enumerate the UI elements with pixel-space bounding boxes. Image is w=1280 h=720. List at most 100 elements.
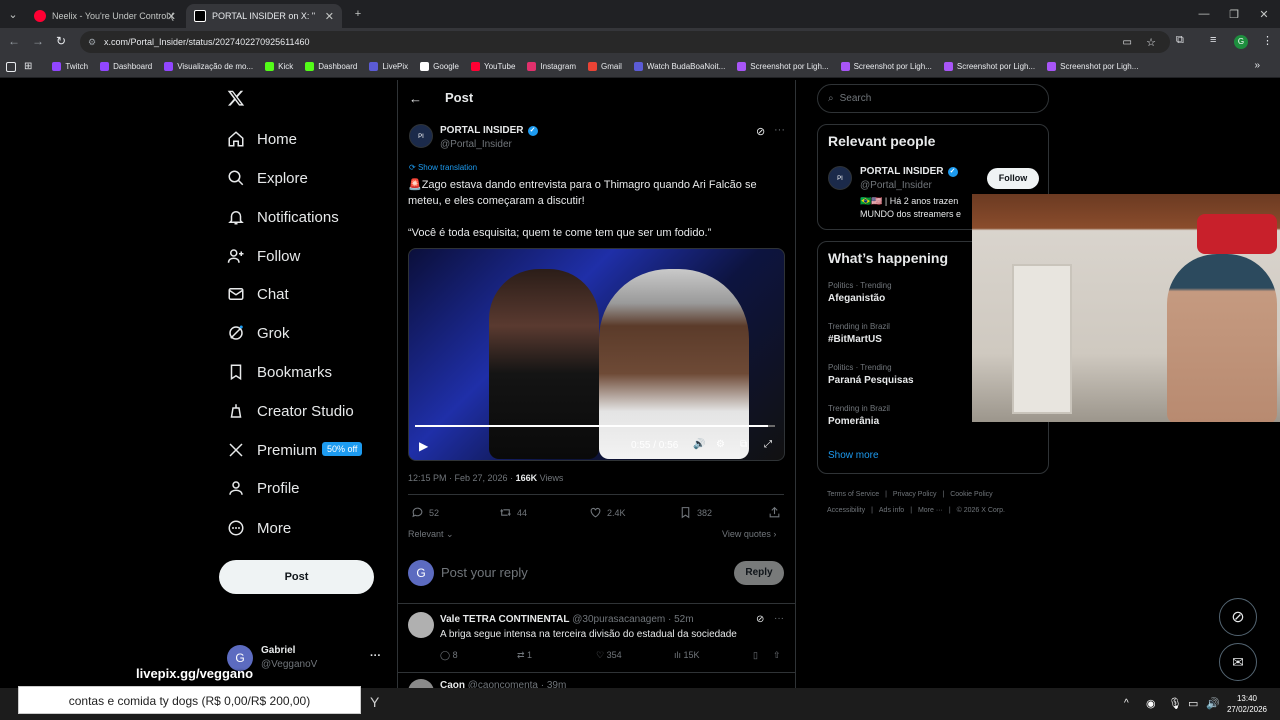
reply-more-icon[interactable]: ··· bbox=[774, 613, 784, 624]
footer-link[interactable]: Cookie Policy bbox=[950, 491, 992, 498]
trend-item[interactable]: Trending in Brazil Pomerânia bbox=[828, 404, 890, 427]
pip-icon[interactable]: ⧉ bbox=[740, 439, 747, 450]
video-player[interactable]: ▶ 0:55 / 0:56 🔊 ⚙ ⧉ ⤢ bbox=[408, 248, 785, 461]
nav-item-profile[interactable]: Profile bbox=[227, 473, 300, 503]
bookmark-item[interactable]: LivePix bbox=[369, 62, 408, 71]
extensions-icon[interactable]: ⧉ bbox=[1176, 34, 1184, 47]
bookmark-folder-icon[interactable] bbox=[6, 61, 16, 72]
show-more-link[interactable]: Show more bbox=[828, 450, 879, 461]
reply-author-name[interactable]: Vale TETRA CONTINENTAL bbox=[440, 614, 569, 625]
back-icon[interactable]: ← bbox=[8, 34, 20, 48]
repost-action[interactable]: 44 bbox=[499, 506, 527, 519]
post-button[interactable]: Post bbox=[219, 560, 374, 594]
grok-reply-icon[interactable]: ⊘ bbox=[756, 614, 764, 625]
share-action[interactable] bbox=[768, 506, 786, 519]
forward-icon[interactable]: → bbox=[32, 34, 44, 48]
bookmark-item[interactable]: YouTube bbox=[470, 62, 515, 71]
nav-item-grok[interactable]: Grok bbox=[227, 318, 290, 348]
media-icon[interactable]: ≡ bbox=[1210, 34, 1216, 46]
bookmark-item[interactable]: Kick bbox=[265, 62, 293, 71]
star-icon[interactable]: ☆ bbox=[1146, 36, 1156, 49]
url-field[interactable]: ⚙ x.com/Portal_Insider/status/2027402270… bbox=[80, 31, 1170, 53]
bookmark-item[interactable]: Screenshot por Ligh... bbox=[840, 62, 932, 71]
footer-link[interactable]: Terms of Service bbox=[827, 491, 879, 498]
footer-link[interactable]: Ads info bbox=[879, 507, 904, 514]
like-action[interactable]: 2.4K bbox=[589, 506, 626, 519]
nav-item-follow[interactable]: Follow bbox=[227, 241, 300, 271]
nav-item-notifications[interactable]: Notifications bbox=[227, 202, 339, 232]
nav-item-chat[interactable]: Chat bbox=[227, 279, 289, 309]
browser-tab-youtube[interactable]: Neelix - You're Under Control ( ✕ bbox=[26, 4, 184, 28]
bookmark-item[interactable]: Screenshot por Ligh... bbox=[943, 62, 1035, 71]
post-more-icon[interactable]: ··· bbox=[774, 124, 785, 136]
reply-share-icon[interactable]: ⇧ bbox=[773, 650, 781, 661]
cast-icon[interactable]: ▭ bbox=[1123, 37, 1132, 48]
bookmark-item[interactable]: Twitch bbox=[52, 62, 88, 71]
bookmark-item[interactable]: Gmail bbox=[587, 62, 622, 71]
search-input[interactable]: ⌕ Search bbox=[817, 84, 1049, 113]
volume-icon[interactable]: 🔊 bbox=[693, 439, 705, 450]
relevant-person-avatar[interactable]: PI bbox=[828, 166, 852, 190]
taskbar-app-icon[interactable]: Y bbox=[370, 694, 379, 710]
account-name[interactable]: Gabriel bbox=[261, 645, 295, 656]
nav-item-more[interactable]: More bbox=[227, 513, 291, 543]
reply-input[interactable]: Post your reply bbox=[441, 565, 528, 580]
reply-reposts[interactable]: ⇄ 1 bbox=[517, 650, 532, 661]
relevant-person-name[interactable]: PORTAL INSIDER bbox=[860, 166, 944, 177]
tray-chevron-icon[interactable]: ^ bbox=[1124, 698, 1129, 709]
apps-grid-icon[interactable]: ⊞ bbox=[24, 61, 32, 72]
microphone-icon[interactable]: 🎙 bbox=[1168, 697, 1182, 710]
bookmark-action[interactable]: 382 bbox=[679, 506, 712, 519]
reply-author-avatar[interactable] bbox=[408, 612, 434, 638]
back-arrow-icon[interactable]: ← bbox=[409, 91, 422, 106]
bookmark-item[interactable]: Visualização de mo... bbox=[164, 62, 253, 71]
footer-link[interactable]: Accessibility bbox=[827, 507, 865, 514]
view-quotes-link[interactable]: View quotes › bbox=[722, 529, 776, 539]
settings-gear-icon[interactable]: ⚙ bbox=[716, 439, 725, 450]
trend-item[interactable]: Politics · Trending Afeganistão bbox=[828, 281, 892, 304]
close-tab-icon[interactable]: ✕ bbox=[167, 10, 176, 23]
show-translation-link[interactable]: ⟳ Show translation bbox=[409, 163, 477, 172]
account-more-icon[interactable]: ··· bbox=[370, 650, 381, 662]
restore-icon[interactable]: ❐ bbox=[1218, 0, 1250, 28]
grok-post-icon[interactable]: ⊘ bbox=[756, 125, 765, 138]
video-progress-track[interactable] bbox=[415, 425, 775, 427]
bookmark-item[interactable]: Instagram bbox=[527, 62, 576, 71]
close-window-icon[interactable]: ✕ bbox=[1248, 0, 1280, 28]
reply-views[interactable]: ılı 15K bbox=[674, 650, 700, 660]
trend-item[interactable]: Politics · Trending Paraná Pesquisas bbox=[828, 363, 914, 386]
author-avatar[interactable]: PI bbox=[409, 124, 433, 148]
reply-bookmark-icon[interactable]: ▯ bbox=[753, 650, 758, 661]
reply-likes[interactable]: ♡ 354 bbox=[596, 650, 622, 661]
chrome-menu-icon[interactable]: ⋮ bbox=[1262, 34, 1273, 47]
tab-search-icon[interactable]: ⌄ bbox=[0, 0, 26, 28]
close-tab-icon[interactable]: ✕ bbox=[325, 10, 334, 23]
speaker-icon[interactable]: 🔊 bbox=[1206, 697, 1220, 710]
network-icon[interactable]: ▭ bbox=[1188, 697, 1198, 710]
new-tab-button[interactable]: + bbox=[342, 0, 374, 28]
site-info-icon[interactable]: ⚙ bbox=[88, 37, 96, 48]
browser-tab-x[interactable]: PORTAL INSIDER on X: " ✕ bbox=[186, 4, 342, 28]
nav-item-premium[interactable]: Premium bbox=[227, 435, 317, 465]
more-bookmarks-icon[interactable]: » bbox=[1254, 60, 1260, 71]
bookmark-item[interactable]: Screenshot por Ligh... bbox=[1047, 62, 1138, 71]
fullscreen-icon[interactable]: ⤢ bbox=[764, 439, 772, 450]
footer-link[interactable]: More ··· bbox=[918, 507, 943, 514]
author-name[interactable]: PORTAL INSIDER bbox=[440, 125, 524, 136]
reply-action[interactable]: 52 bbox=[411, 506, 439, 519]
reload-icon[interactable]: ↻ bbox=[56, 34, 66, 48]
bookmark-item[interactable]: Dashboard bbox=[305, 62, 357, 71]
sort-relevant-dropdown[interactable]: Relevant ⌄ bbox=[408, 529, 454, 540]
nav-item-creator-studio[interactable]: Creator Studio bbox=[227, 396, 354, 426]
messages-floating-icon[interactable]: ✉ bbox=[1219, 643, 1257, 681]
reply-replies[interactable]: ◯ 8 bbox=[440, 650, 458, 661]
bookmark-item[interactable]: Google bbox=[420, 62, 459, 71]
footer-link[interactable]: Privacy Policy bbox=[893, 491, 937, 498]
bookmark-item[interactable]: Watch BudaBoaNoit... bbox=[633, 62, 725, 71]
profile-avatar[interactable]: G bbox=[1234, 35, 1248, 49]
footer-link[interactable]: © 2026 X Corp. bbox=[957, 507, 1005, 514]
grok-floating-icon[interactable]: ⊘ bbox=[1219, 598, 1257, 636]
play-icon[interactable]: ▶ bbox=[419, 439, 428, 453]
relevant-person-name-row[interactable]: PORTAL INSIDER ✓ bbox=[860, 166, 958, 177]
bookmark-item[interactable]: Dashboard bbox=[100, 62, 152, 71]
